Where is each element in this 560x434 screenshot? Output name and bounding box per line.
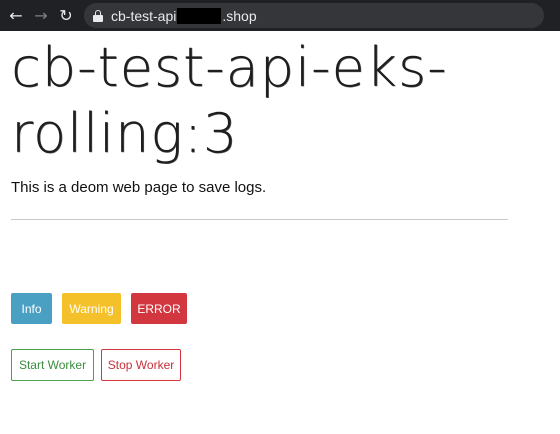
forward-arrow-icon[interactable]: → [31, 6, 51, 26]
page-subtitle: This is a deom web page to save logs. [11, 179, 267, 196]
warning-button[interactable]: Warning [62, 293, 121, 324]
reload-icon[interactable]: ↻ [56, 6, 76, 26]
start-worker-button[interactable]: Start Worker [11, 349, 94, 381]
page-title: cb-test-api-eks-rolling:3 [11, 36, 448, 165]
url-prefix: cb-test-api [111, 7, 177, 24]
page-content: cb-test-api-eks-rolling:3 This is a deom… [11, 31, 551, 381]
log-button-group: Info Warning ERROR [11, 293, 197, 324]
address-bar[interactable]: cb-test-api .shop [84, 3, 544, 28]
divider [11, 219, 508, 220]
url-redaction [177, 7, 222, 24]
error-button[interactable]: ERROR [131, 293, 187, 324]
stop-worker-button[interactable]: Stop Worker [101, 349, 181, 381]
worker-button-group: Start Worker Stop Worker [11, 349, 191, 381]
url-suffix: .shop [222, 7, 257, 24]
lock-icon [93, 9, 103, 22]
browser-toolbar: ← → ↻ cb-test-api .shop [0, 0, 560, 31]
info-button[interactable]: Info [11, 293, 52, 324]
back-arrow-icon[interactable]: ← [6, 6, 26, 26]
